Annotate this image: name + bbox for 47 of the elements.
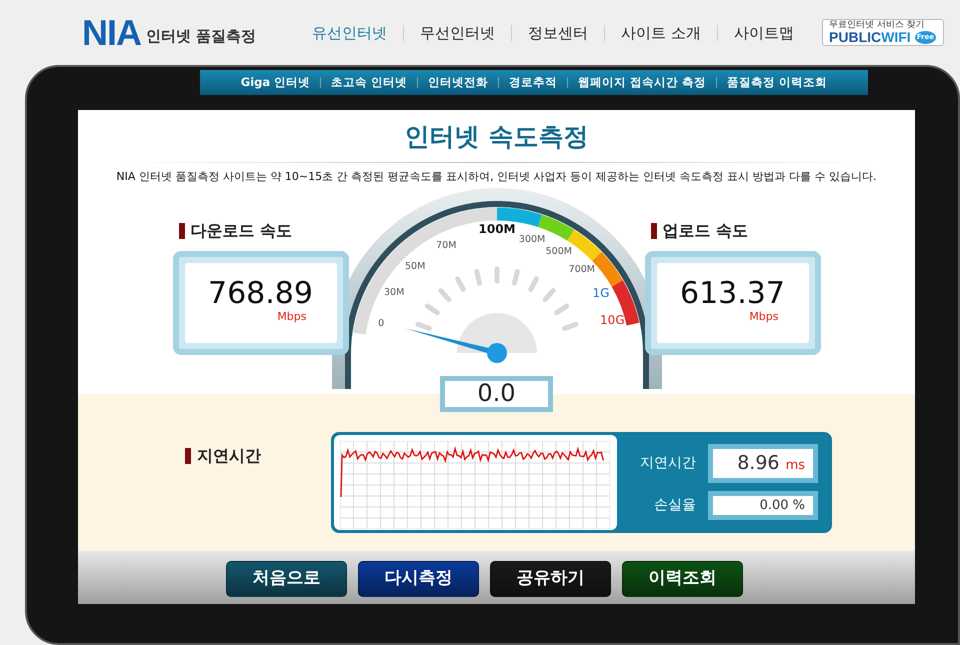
scale-label: 1G: [592, 286, 609, 300]
nav-link[interactable]: 유선인터넷: [296, 24, 404, 40]
metric-unit: ms: [786, 458, 805, 473]
speed-unit: Mbps: [749, 309, 778, 326]
subnav-link[interactable]: 웹페이지 접속시간 측정: [567, 77, 716, 88]
metric-value: 8.96 ms: [708, 444, 818, 482]
banner-caption: 무료인터넷 서비스 찾기: [829, 21, 926, 30]
metric-label: 손실율: [653, 496, 696, 515]
section-title: 다운로드 속도: [190, 220, 292, 242]
marker-icon: [650, 222, 656, 238]
subnav-link[interactable]: 인터넷전화: [417, 77, 498, 88]
speed-unit: Mbps: [277, 309, 306, 326]
nav-link[interactable]: 무선인터넷: [403, 24, 512, 40]
action-button[interactable]: 다시측정: [358, 561, 479, 597]
notice-text: NIA 인터넷 품질측정 사이트는 약 10~15초 간 측정된 평균속도를 표시하여, 인터넷 사업자 등이 제공하는 인터넷 속도측정 표시 방법과 다를 수 있습니다.: [115, 169, 878, 185]
speed-value: 768.89: [208, 279, 313, 310]
marker-icon: [185, 448, 191, 464]
scale-label: 0: [378, 317, 384, 328]
banner-brand: PUBLICWIFI: [829, 30, 911, 44]
metric-value: 0.00 %: [708, 490, 818, 520]
speed-value: 613.37: [680, 279, 785, 310]
action-button[interactable]: 이력조회: [622, 561, 743, 597]
section-title: 업로드 속도: [662, 220, 748, 242]
scale-label: 300M: [518, 234, 545, 245]
scale-label: 500M: [545, 246, 572, 257]
subnav-link[interactable]: 초고속 인터넷: [320, 77, 418, 88]
section-title: 지연시간: [197, 444, 261, 466]
subnav-link[interactable]: 품질측정 이력조회: [716, 77, 838, 88]
page-title: 인터넷 속도측정: [404, 121, 590, 152]
metric-label: 지연시간: [639, 454, 696, 473]
subnav-link[interactable]: 경로추적: [498, 77, 568, 88]
scale-label: 30M: [384, 286, 404, 298]
logo-text: NIA: [82, 14, 141, 50]
scale-label: 50M: [404, 260, 425, 272]
nav-link[interactable]: 정보센터: [511, 24, 604, 40]
speed-reading: 0.0: [440, 376, 553, 412]
action-button[interactable]: 처음으로: [226, 561, 347, 597]
action-button[interactable]: 공유하기: [490, 561, 611, 597]
nav-link[interactable]: 사이트맵: [717, 24, 810, 40]
subnav-link[interactable]: Giga 인터넷: [230, 77, 320, 88]
scale-label: 10G: [600, 312, 624, 326]
scale-label: 100M: [478, 222, 515, 236]
site-name: 인터넷 품질측정: [146, 26, 256, 48]
scale-label: 700M: [568, 264, 595, 275]
marker-icon: [178, 222, 184, 238]
nav-link[interactable]: 사이트 소개: [604, 24, 718, 40]
scale-label: 70M: [436, 240, 456, 251]
